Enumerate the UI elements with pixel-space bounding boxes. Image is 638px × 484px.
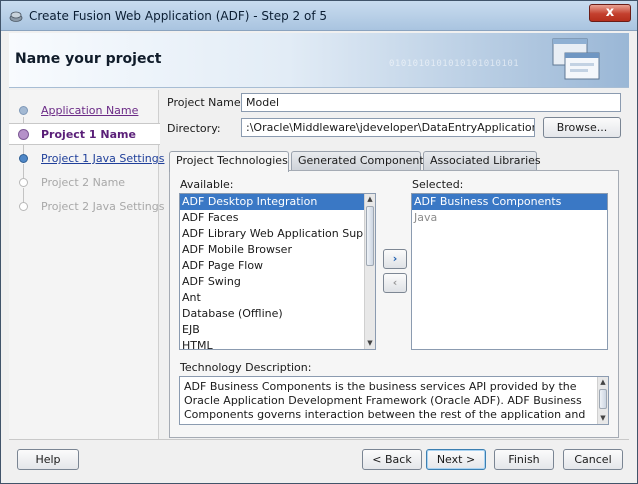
wizard-steps-nav: Application Name Project 1 Name Project … [9,90,164,439]
step-link-icon [19,154,28,163]
list-item[interactable]: ADF Faces [180,210,375,226]
chevron-left-icon: ‹ [392,276,398,289]
nav-step-project-2-name: Project 2 Name [9,172,159,194]
wizard-header: Name your project 0101010101010101010101 [9,33,629,88]
cancel-button[interactable]: Cancel [563,449,623,470]
step-current-icon [18,129,29,140]
nav-step-application-name[interactable]: Application Name [9,100,159,122]
step-visited-icon [19,106,28,115]
close-button[interactable]: x [589,4,631,22]
project-name-label: Project Name: [167,96,245,109]
available-list[interactable]: ADF Desktop Integration ADF Faces ADF Li… [179,193,376,350]
list-item[interactable]: ADF Swing [180,274,375,290]
directory-label: Directory: [167,122,221,135]
wizard-window: Create Fusion Web Application (ADF) - St… [0,0,638,484]
technology-description-label: Technology Description: [180,361,312,374]
nav-step-project-1-name[interactable]: Project 1 Name [9,123,160,145]
description-text: ADF Business Components is the business … [184,380,586,424]
remove-selected-button[interactable]: ‹ [383,273,407,293]
scroll-up-icon[interactable]: ▲ [598,377,608,388]
tab-project-technologies[interactable]: Project Technologies [169,151,289,172]
nav-step-label: Project 2 Name [41,176,126,189]
add-selected-button[interactable]: › [383,249,407,269]
scroll-up-icon[interactable]: ▲ [365,194,375,205]
decorative-binary: 0101010101010101010101 [389,59,520,69]
browse-button[interactable]: Browse... [543,117,621,138]
scroll-thumb[interactable] [599,389,607,409]
nav-step-project-1-java-settings[interactable]: Project 1 Java Settings [9,148,164,170]
list-item[interactable]: Database (Offline) [180,306,375,322]
scroll-thumb[interactable] [366,206,374,266]
tab-associated-libraries[interactable]: Associated Libraries [423,151,541,170]
technology-description: ADF Business Components is the business … [179,376,609,425]
available-scrollbar[interactable]: ▲ ▼ [364,194,375,349]
wizard-graphic-icon [552,38,600,80]
step-disabled-icon [19,178,28,187]
nav-step-label: Project 1 Java Settings [41,152,165,165]
list-item[interactable]: ADF Business Components [412,194,607,210]
chevron-right-icon: › [392,252,398,265]
title-bar[interactable]: Create Fusion Web Application (ADF) - St… [1,1,637,31]
selected-list[interactable]: ADF Business Components Java [411,193,608,350]
help-button[interactable]: Help [17,449,79,470]
selected-label: Selected: [412,178,464,191]
list-item[interactable]: EJB [180,322,375,338]
description-scrollbar[interactable]: ▲ ▼ [597,377,608,424]
list-item[interactable]: HTML [180,338,375,349]
finish-button[interactable]: Finish [494,449,554,470]
list-item[interactable]: ADF Mobile Browser [180,242,375,258]
scroll-down-icon[interactable]: ▼ [598,413,608,424]
next-button[interactable]: Next > [426,449,486,470]
page-title: Name your project [15,51,162,67]
tab-generated-components[interactable]: Generated Components [291,151,429,170]
list-item[interactable]: Java [412,210,607,226]
nav-step-label: Project 2 Java Settings [41,200,165,213]
list-item[interactable]: ADF Page Flow [180,258,375,274]
project-name-input[interactable]: Model [241,93,621,112]
back-button[interactable]: < Back [362,449,422,470]
scroll-down-icon[interactable]: ▼ [365,338,375,349]
footer-divider [9,439,629,440]
list-item[interactable]: Ant [180,290,375,306]
nav-step-label: Project 1 Name [41,128,136,141]
list-item[interactable]: ADF Desktop Integration [180,194,375,210]
nav-step-label: Application Name [41,104,139,117]
available-label: Available: [180,178,234,191]
app-icon [9,11,23,22]
window-title: Create Fusion Web Application (ADF) - St… [29,9,328,23]
nav-step-project-2-java-settings: Project 2 Java Settings [9,196,164,218]
list-item[interactable]: ADF Library Web Application Support [180,226,375,242]
step-disabled-icon [19,202,28,211]
directory-input[interactable]: :\Oracle\Middleware\jdeveloper\DataEntry… [241,118,535,137]
